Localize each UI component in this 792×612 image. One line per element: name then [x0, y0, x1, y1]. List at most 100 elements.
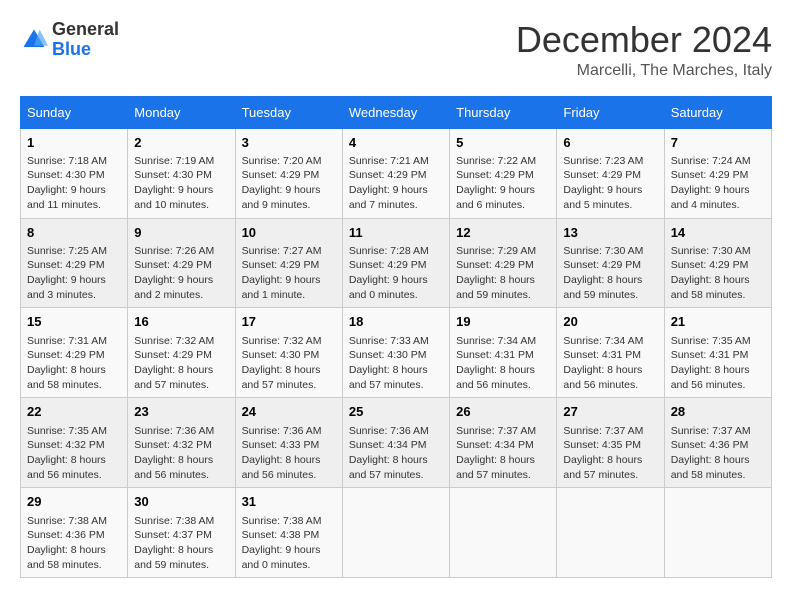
day-info: Sunrise: 7:36 AMSunset: 4:33 PMDaylight:… [242, 424, 336, 483]
logo: General Blue [20, 20, 119, 60]
calendar-day-cell: 9Sunrise: 7:26 AMSunset: 4:29 PMDaylight… [128, 218, 235, 308]
day-info: Sunrise: 7:30 AMSunset: 4:29 PMDaylight:… [563, 244, 657, 303]
calendar-day-cell [342, 488, 449, 578]
calendar-day-cell: 12 Sunrise: 7:29 AMSunset: 4:29 PMDayligh… [450, 218, 557, 308]
day-info: Sunrise: 7:36 AMSunset: 4:34 PMDaylight:… [349, 424, 443, 483]
calendar-week-row: 22 Sunrise: 7:35 AMSunset: 4:32 PMDayligh… [21, 398, 772, 488]
calendar-week-row: 1Sunrise: 7:18 AMSunset: 4:30 PMDaylight… [21, 128, 772, 218]
weekday-header-wednesday: Wednesday [342, 96, 449, 128]
calendar-day-cell: 3 Sunrise: 7:20 AMSunset: 4:29 PMDaylight… [235, 128, 342, 218]
calendar-day-cell: 13 Sunrise: 7:30 AMSunset: 4:29 PMDayligh… [557, 218, 664, 308]
calendar-day-cell: 14 Sunrise: 7:30 AMSunset: 4:29 PMDayligh… [664, 218, 771, 308]
calendar-day-cell: 8 Sunrise: 7:25 AMSunset: 4:29 PMDaylight… [21, 218, 128, 308]
day-info: Sunrise: 7:38 AMSunset: 4:36 PMDaylight:… [27, 514, 121, 573]
day-info: Sunrise: 7:26 AMSunset: 4:29 PMDaylight:… [134, 244, 228, 303]
logo-text: General Blue [52, 20, 119, 60]
day-number: 4 [349, 134, 443, 152]
calendar-day-cell: 25 Sunrise: 7:36 AMSunset: 4:34 PMDayligh… [342, 398, 449, 488]
day-number: 2 [134, 134, 228, 152]
day-number: 30 [134, 493, 228, 511]
calendar-day-cell: 31 Sunrise: 7:38 AMSunset: 4:38 PMDayligh… [235, 488, 342, 578]
day-info: Sunrise: 7:37 AMSunset: 4:34 PMDaylight:… [456, 424, 550, 483]
day-number: 26 [456, 403, 550, 421]
weekday-header-sunday: Sunday [21, 96, 128, 128]
day-number: 7 [671, 134, 765, 152]
weekday-header-row: SundayMondayTuesdayWednesdayThursdayFrid… [21, 96, 772, 128]
day-number: 15 [27, 313, 121, 331]
logo-icon [20, 26, 48, 54]
day-info: Sunrise: 7:32 AMSunset: 4:30 PMDaylight:… [242, 334, 336, 393]
day-number: 31 [242, 493, 336, 511]
calendar-day-cell: 16 Sunrise: 7:32 AMSunset: 4:29 PMDayligh… [128, 308, 235, 398]
calendar-day-cell [450, 488, 557, 578]
day-info: Sunrise: 7:19 AMSunset: 4:30 PMDaylight:… [134, 154, 228, 213]
day-number: 12 [456, 224, 550, 242]
calendar-day-cell: 7 Sunrise: 7:24 AMSunset: 4:29 PMDaylight… [664, 128, 771, 218]
day-info: Sunrise: 7:24 AMSunset: 4:29 PMDaylight:… [671, 154, 765, 213]
calendar-day-cell: 26 Sunrise: 7:37 AMSunset: 4:34 PMDayligh… [450, 398, 557, 488]
weekday-header-tuesday: Tuesday [235, 96, 342, 128]
calendar-day-cell: 27 Sunrise: 7:37 AMSunset: 4:35 PMDayligh… [557, 398, 664, 488]
day-info: Sunrise: 7:30 AMSunset: 4:29 PMDaylight:… [671, 244, 765, 303]
day-info: Sunrise: 7:29 AMSunset: 4:29 PMDaylight:… [456, 244, 550, 303]
calendar-day-cell: 5Sunrise: 7:22 AMSunset: 4:29 PMDaylight… [450, 128, 557, 218]
day-info: Sunrise: 7:21 AMSunset: 4:29 PMDaylight:… [349, 154, 443, 213]
day-number: 27 [563, 403, 657, 421]
day-number: 18 [349, 313, 443, 331]
title-area: December 2024 Marcelli, The Marches, Ita… [516, 20, 772, 80]
calendar-day-cell: 30Sunrise: 7:38 AMSunset: 4:37 PMDayligh… [128, 488, 235, 578]
day-info: Sunrise: 7:22 AMSunset: 4:29 PMDaylight:… [456, 154, 550, 213]
day-number: 8 [27, 224, 121, 242]
calendar-day-cell: 24 Sunrise: 7:36 AMSunset: 4:33 PMDayligh… [235, 398, 342, 488]
month-title: December 2024 [516, 20, 772, 60]
calendar-day-cell: 28 Sunrise: 7:37 AMSunset: 4:36 PMDayligh… [664, 398, 771, 488]
calendar-day-cell: 21 Sunrise: 7:35 AMSunset: 4:31 PMDayligh… [664, 308, 771, 398]
day-info: Sunrise: 7:37 AMSunset: 4:36 PMDaylight:… [671, 424, 765, 483]
day-number: 13 [563, 224, 657, 242]
page-header: General Blue December 2024 Marcelli, The… [20, 20, 772, 80]
day-info: Sunrise: 7:37 AMSunset: 4:35 PMDaylight:… [563, 424, 657, 483]
day-info: Sunrise: 7:35 AMSunset: 4:32 PMDaylight:… [27, 424, 121, 483]
day-info: Sunrise: 7:34 AMSunset: 4:31 PMDaylight:… [563, 334, 657, 393]
day-number: 29 [27, 493, 121, 511]
weekday-header-monday: Monday [128, 96, 235, 128]
day-number: 11 [349, 224, 443, 242]
calendar-day-cell: 29 Sunrise: 7:38 AMSunset: 4:36 PMDayligh… [21, 488, 128, 578]
day-number: 23 [134, 403, 228, 421]
day-info: Sunrise: 7:31 AMSunset: 4:29 PMDaylight:… [27, 334, 121, 393]
day-info: Sunrise: 7:38 AMSunset: 4:38 PMDaylight:… [242, 514, 336, 573]
calendar-week-row: 29 Sunrise: 7:38 AMSunset: 4:36 PMDayligh… [21, 488, 772, 578]
day-info: Sunrise: 7:25 AMSunset: 4:29 PMDaylight:… [27, 244, 121, 303]
day-info: Sunrise: 7:20 AMSunset: 4:29 PMDaylight:… [242, 154, 336, 213]
day-info: Sunrise: 7:35 AMSunset: 4:31 PMDaylight:… [671, 334, 765, 393]
calendar-day-cell: 10Sunrise: 7:27 AMSunset: 4:29 PMDayligh… [235, 218, 342, 308]
day-number: 6 [563, 134, 657, 152]
day-info: Sunrise: 7:34 AMSunset: 4:31 PMDaylight:… [456, 334, 550, 393]
day-number: 21 [671, 313, 765, 331]
calendar-day-cell [557, 488, 664, 578]
weekday-header-saturday: Saturday [664, 96, 771, 128]
calendar-day-cell: 23Sunrise: 7:36 AMSunset: 4:32 PMDayligh… [128, 398, 235, 488]
day-info: Sunrise: 7:28 AMSunset: 4:29 PMDaylight:… [349, 244, 443, 303]
calendar-day-cell: 19Sunrise: 7:34 AMSunset: 4:31 PMDayligh… [450, 308, 557, 398]
calendar-table: SundayMondayTuesdayWednesdayThursdayFrid… [20, 96, 772, 579]
day-number: 25 [349, 403, 443, 421]
day-number: 14 [671, 224, 765, 242]
calendar-day-cell: 1Sunrise: 7:18 AMSunset: 4:30 PMDaylight… [21, 128, 128, 218]
day-info: Sunrise: 7:27 AMSunset: 4:29 PMDaylight:… [242, 244, 336, 303]
day-number: 28 [671, 403, 765, 421]
calendar-week-row: 8 Sunrise: 7:25 AMSunset: 4:29 PMDaylight… [21, 218, 772, 308]
day-number: 22 [27, 403, 121, 421]
weekday-header-friday: Friday [557, 96, 664, 128]
day-info: Sunrise: 7:18 AMSunset: 4:30 PMDaylight:… [27, 154, 121, 213]
day-number: 3 [242, 134, 336, 152]
weekday-header-thursday: Thursday [450, 96, 557, 128]
day-info: Sunrise: 7:32 AMSunset: 4:29 PMDaylight:… [134, 334, 228, 393]
calendar-day-cell: 11 Sunrise: 7:28 AMSunset: 4:29 PMDayligh… [342, 218, 449, 308]
day-number: 24 [242, 403, 336, 421]
calendar-day-cell [664, 488, 771, 578]
day-info: Sunrise: 7:23 AMSunset: 4:29 PMDaylight:… [563, 154, 657, 213]
day-number: 16 [134, 313, 228, 331]
calendar-day-cell: 15 Sunrise: 7:31 AMSunset: 4:29 PMDayligh… [21, 308, 128, 398]
calendar-day-cell: 22 Sunrise: 7:35 AMSunset: 4:32 PMDayligh… [21, 398, 128, 488]
